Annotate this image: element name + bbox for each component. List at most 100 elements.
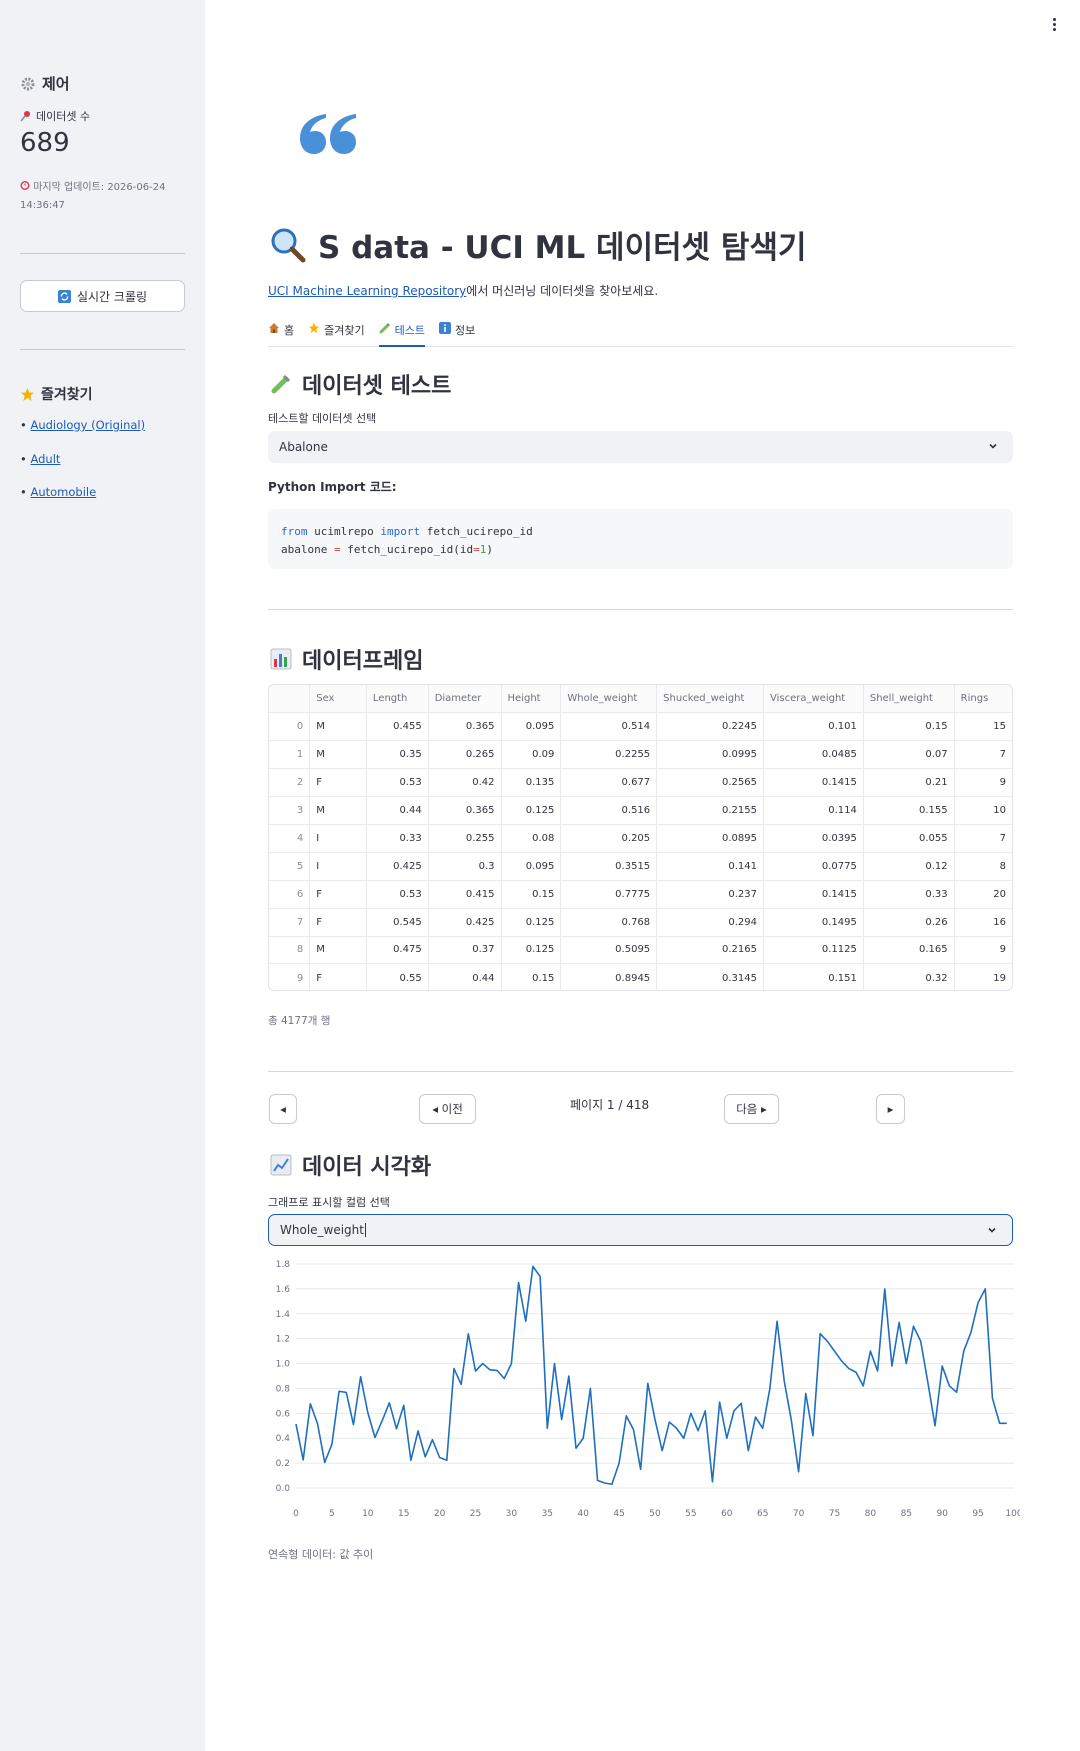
table-row[interactable]: 5 I 0.425 0.3 0.095 0.3515 0.141 0.0775 0.12 8 [269, 852, 1012, 881]
gear-icon [20, 76, 36, 92]
favorite-link-automobile[interactable]: Automobile [30, 485, 96, 499]
sidebar-title: 제어 [20, 73, 70, 94]
x-tick-label: 65 [757, 1509, 768, 1519]
column-header[interactable]: Rings [954, 685, 1012, 714]
sidebar-divider [20, 253, 185, 254]
table-cell: 0.415 [428, 880, 502, 909]
table-cell: 0.1415 [763, 880, 864, 909]
favorite-item: • Automobile [20, 485, 97, 499]
y-tick-label: 1.6 [276, 1285, 291, 1295]
table-cell: 0.08 [501, 824, 562, 853]
tab-test[interactable]: 테스트 [378, 318, 425, 347]
x-tick-label: 25 [470, 1509, 481, 1519]
x-tick-label: 10 [362, 1509, 374, 1519]
table-cell: 0.095 [501, 852, 562, 881]
dataset-select-label: 테스트할 데이터셋 선택 [268, 412, 377, 425]
table-cell: 0.155 [863, 796, 955, 825]
table-row[interactable]: 6 F 0.53 0.415 0.15 0.7775 0.237 0.1415 0.33 20 [269, 880, 1012, 909]
refresh-icon [57, 289, 71, 303]
column-select[interactable]: Whole_weight [268, 1214, 1013, 1246]
table-cell: 0.37 [428, 936, 502, 965]
table-row[interactable]: 1 M 0.35 0.265 0.09 0.2255 0.0995 0.0485 0.07 7 [269, 740, 1012, 770]
table-cell: 0.5095 [560, 936, 658, 965]
column-header[interactable]: Length [366, 685, 429, 714]
table-cell: 0.2565 [656, 768, 764, 798]
table-cell: 0.3 [428, 852, 502, 881]
table-cell: 6 [269, 880, 311, 909]
viz-heading: 데이터 시각화 [270, 1149, 431, 1181]
column-header[interactable]: Viscera_weight [763, 685, 864, 714]
table-cell: 0.101 [763, 712, 864, 742]
column-header[interactable]: Diameter [428, 685, 502, 714]
favorites-title: 즐겨찾기 [20, 384, 93, 404]
column-header[interactable]: Whole_weight [560, 685, 658, 714]
whole-weight-line-chart[interactable]: 0.0 0.2 0.4 0.6 0.8 1.0 1.2 1.4 1.6 1.8 0 5 10 15 20 25… [260, 1248, 1020, 1528]
table-cell: 0.0995 [656, 740, 764, 770]
table-cell: 0.0485 [763, 740, 864, 770]
x-tick-label: 70 [793, 1509, 805, 1519]
favorite-item: • Adult [20, 452, 61, 466]
favorite-link-adult[interactable]: Adult [30, 452, 60, 466]
x-tick-label: 45 [613, 1509, 624, 1519]
first-page-button[interactable]: ◂ [269, 1094, 297, 1124]
y-tick-label: 0.0 [276, 1484, 291, 1494]
table-cell: 7 [954, 740, 1012, 770]
table-cell: F [309, 768, 367, 798]
table-row[interactable]: 7 F 0.545 0.425 0.125 0.768 0.294 0.1495 0.26 16 [269, 908, 1012, 937]
live-crawl-button[interactable]: 실시간 크롤링 [20, 280, 185, 312]
chevron-down-icon [987, 440, 999, 452]
next-page-button[interactable]: 다음 ▸ [724, 1094, 779, 1124]
table-cell: F [309, 963, 367, 990]
section-divider [268, 1071, 1013, 1072]
x-tick-label: 80 [865, 1509, 877, 1519]
table-cell: 0.294 [656, 908, 764, 937]
tab-favorites[interactable]: 즐겨찾기 [308, 318, 365, 347]
table-cell: 0.12 [863, 852, 955, 881]
table-cell: 0.125 [501, 936, 562, 965]
table-cell: 0.677 [560, 768, 658, 798]
table-cell: 0.165 [863, 936, 955, 965]
table-cell: 0.114 [763, 796, 864, 825]
table-cell: 0.365 [428, 712, 502, 742]
dataframe-table[interactable]: Sex Length Diameter Height Whole_weight Shuck… [268, 684, 1013, 991]
uci-repository-link[interactable]: UCI Machine Learning Repository [268, 284, 466, 298]
column-header[interactable]: Sex [309, 685, 367, 714]
y-tick-label: 0.6 [276, 1409, 291, 1419]
star-icon [308, 322, 320, 334]
last-page-button[interactable]: ▸ [876, 1094, 905, 1124]
x-tick-label: 40 [577, 1509, 589, 1519]
tab-home[interactable]: 홈 [268, 318, 294, 347]
table-cell: 0.09 [501, 740, 562, 770]
dataset-select[interactable]: Abalone [268, 431, 1013, 463]
table-row[interactable]: 3 M 0.44 0.365 0.125 0.516 0.2155 0.114 0.155 10 [269, 796, 1012, 825]
dataset-count-label: 데이터셋 수 [20, 108, 90, 124]
table-cell: 0.8945 [560, 963, 658, 990]
sidebar-divider [20, 349, 185, 350]
table-cell: 0.475 [366, 936, 429, 965]
line-chart-icon [270, 1154, 292, 1176]
table-row[interactable]: 4 I 0.33 0.255 0.08 0.205 0.0895 0.0395 0.055 7 [269, 824, 1012, 853]
table-cell: 0.1415 [763, 768, 864, 798]
table-cell: 0.055 [863, 824, 955, 853]
main-menu-button[interactable] [1049, 14, 1059, 34]
table-row[interactable]: 0 M 0.455 0.365 0.095 0.514 0.2245 0.101 0.15 15 [269, 712, 1012, 742]
column-header[interactable]: Shell_weight [863, 685, 955, 714]
prev-page-button[interactable]: ◂ 이전 [419, 1094, 476, 1124]
table-row[interactable]: 9 F 0.55 0.44 0.15 0.8945 0.3145 0.151 0.32 19 [269, 963, 1012, 990]
table-cell: 0.15 [501, 880, 562, 909]
table-cell: 0.3145 [656, 963, 764, 990]
table-cell: 0.095 [501, 712, 562, 742]
table-cell: 0.55 [366, 963, 429, 990]
column-header[interactable] [269, 685, 311, 714]
table-cell: 0.0895 [656, 824, 764, 853]
table-cell: 0.205 [560, 824, 658, 853]
tab-info[interactable]: 정보 [438, 318, 475, 347]
x-tick-label: 95 [972, 1509, 983, 1519]
table-row[interactable]: 8 M 0.475 0.37 0.125 0.5095 0.2165 0.1125 0.165 9 [269, 936, 1012, 965]
column-header[interactable]: Shucked_weight [656, 685, 764, 714]
import-code-block: from ucimlrepo import fetch_ucirepo_id a… [268, 509, 1013, 569]
favorite-link-audiology[interactable]: Audiology (Original) [30, 418, 145, 432]
table-cell: 9 [269, 963, 311, 990]
column-header[interactable]: Height [501, 685, 562, 714]
table-row[interactable]: 2 F 0.53 0.42 0.135 0.677 0.2565 0.1415 0.21 9 [269, 768, 1012, 798]
